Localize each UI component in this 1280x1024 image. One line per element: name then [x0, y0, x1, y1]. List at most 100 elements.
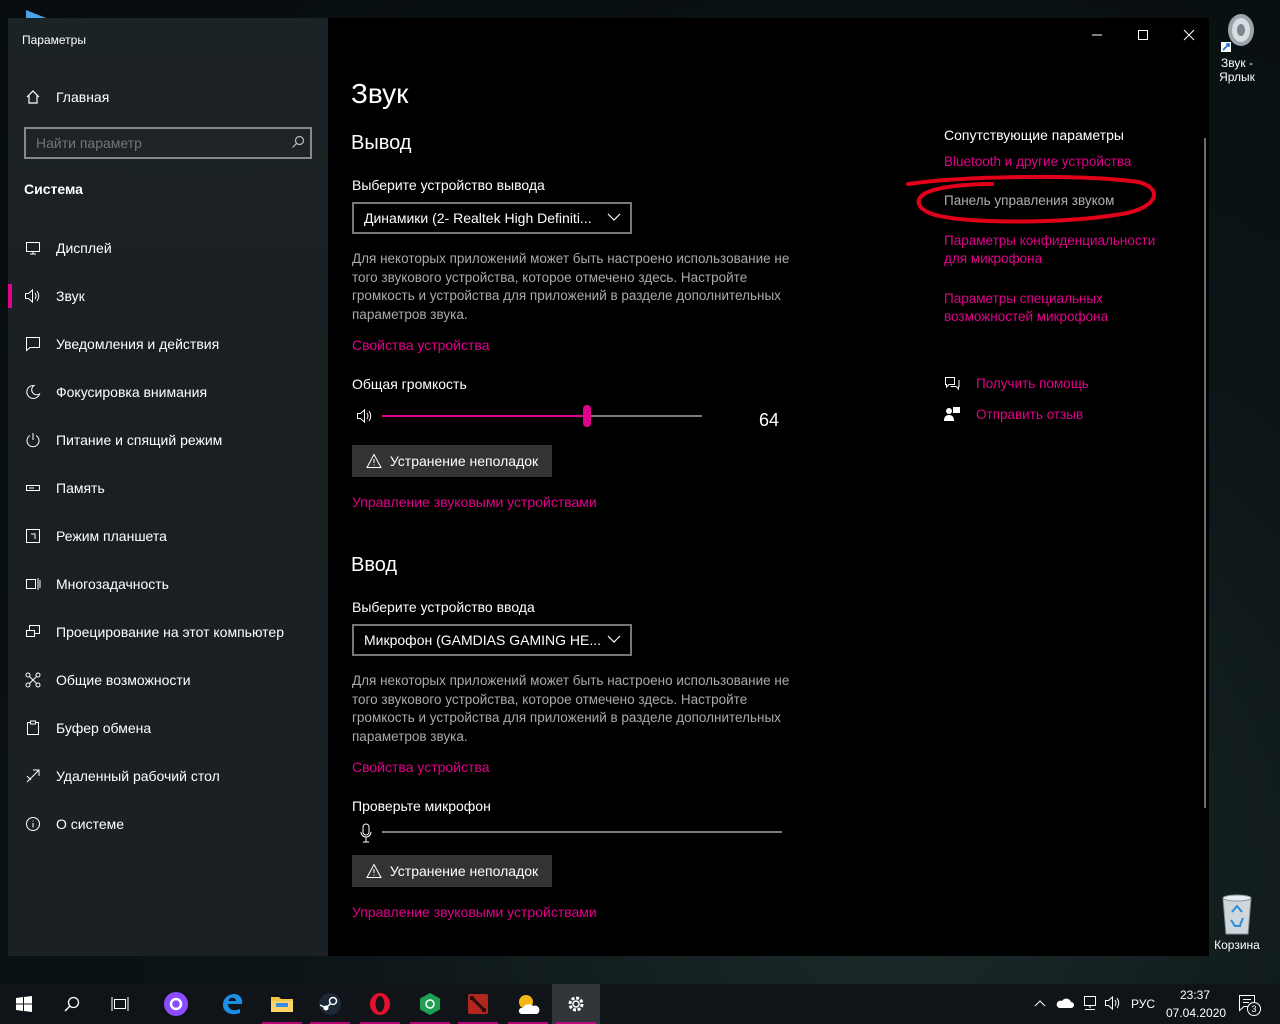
- sidebar-item-remote-desktop[interactable]: Удаленный рабочий стол: [8, 752, 328, 800]
- search-icon[interactable]: [286, 135, 310, 152]
- opera-icon: [370, 993, 390, 1015]
- sidebar-item-power[interactable]: Питание и спящий режим: [8, 416, 328, 464]
- gear-icon: [568, 996, 584, 1012]
- sidebar-item-notifications[interactable]: Уведомления и действия: [8, 320, 328, 368]
- sidebar-item-label: Фокусировка внимания: [56, 384, 208, 400]
- recycle-bin-label: Корзина: [1214, 938, 1260, 952]
- sidebar-item-label: Режим планшета: [56, 528, 167, 544]
- sound-shortcut-desktop-icon[interactable]: Звук - Ярлык: [1207, 8, 1267, 84]
- minimize-icon: [1092, 34, 1102, 36]
- related-link-bluetooth[interactable]: Bluetooth и другие устройства: [944, 153, 1174, 171]
- taskbar-app-opera[interactable]: [356, 984, 404, 1024]
- taskbar-app-razer[interactable]: [406, 984, 454, 1024]
- notification-icon: [24, 335, 42, 353]
- related-link-mic-privacy[interactable]: Параметры конфиденциальности для микрофо…: [944, 232, 1174, 268]
- input-manage-devices-link[interactable]: Управление звуковыми устройствами: [352, 904, 597, 920]
- sidebar-item-display[interactable]: Дисплей: [8, 224, 328, 272]
- volume-slider-thumb[interactable]: [583, 405, 591, 427]
- output-heading: Вывод: [351, 132, 412, 154]
- search-icon: [64, 996, 80, 1012]
- network-icon[interactable]: [1082, 995, 1098, 1011]
- sidebar-item-multitasking[interactable]: Многозадачность: [8, 560, 328, 608]
- sound-shortcut-label: Звук - Ярлык: [1219, 56, 1255, 84]
- get-help-link[interactable]: Получить помощь: [976, 375, 1206, 393]
- clock-date[interactable]: 07.04.2020: [1166, 1006, 1226, 1020]
- microphone-icon: [360, 823, 372, 843]
- sidebar-item-tablet-mode[interactable]: Режим планшета: [8, 512, 328, 560]
- main-content: Звук Вывод Выберите устройство вывода Ди…: [328, 18, 1209, 956]
- volume-slider-fill: [382, 415, 587, 417]
- input-device-properties-link[interactable]: Свойства устройства: [352, 759, 490, 775]
- output-troubleshoot-label: Устранение неполадок: [389, 453, 539, 469]
- weather-icon: [518, 995, 540, 1014]
- settings-window: Параметры Главная Система Дисплей Звук: [8, 18, 1209, 956]
- output-manage-devices-link[interactable]: Управление звуковыми устройствами: [352, 494, 597, 510]
- sidebar-item-storage[interactable]: Память: [8, 464, 328, 512]
- red-annotation-circle: [906, 174, 1156, 224]
- onedrive-cloud-icon[interactable]: [1056, 996, 1074, 1010]
- volume-value: 64: [759, 410, 780, 430]
- volume-tray-icon[interactable]: [1104, 995, 1122, 1011]
- taskbar-app-settings[interactable]: [552, 984, 600, 1024]
- chevron-down-icon: [607, 213, 621, 221]
- maximize-button[interactable]: [1120, 28, 1166, 50]
- taskbar-app-edge[interactable]: [208, 984, 256, 1024]
- action-center-button[interactable]: 3: [1238, 994, 1261, 1016]
- sidebar-item-label: Буфер обмена: [56, 720, 152, 736]
- taskbar-search-button[interactable]: [48, 984, 96, 1024]
- output-troubleshoot-button[interactable]: Устранение неполадок: [352, 445, 552, 477]
- output-device-dropdown[interactable]: Динамики (2- Realtek High Definiti...: [352, 202, 632, 234]
- task-view-icon: [111, 997, 129, 1011]
- clipboard-icon: [24, 719, 42, 737]
- volume-slider-track: [587, 415, 702, 417]
- sidebar-item-label: Память: [56, 480, 105, 496]
- input-language[interactable]: РУС: [1131, 997, 1155, 1011]
- sidebar-item-sound[interactable]: Звук: [8, 272, 328, 320]
- windows-logo-icon: [16, 996, 32, 1012]
- speaker-icon: [24, 287, 42, 305]
- feedback-icon: [944, 407, 960, 421]
- output-device-properties-link[interactable]: Свойства устройства: [352, 337, 490, 353]
- sidebar-item-shared-experiences[interactable]: Общие возможности: [8, 656, 328, 704]
- sidebar-item-projecting[interactable]: Проецирование на этот компьютер: [8, 608, 328, 656]
- chevron-down-icon: [607, 635, 621, 643]
- sidebar-item-clipboard[interactable]: Буфер обмена: [8, 704, 328, 752]
- sidebar-item-label: Проецирование на этот компьютер: [56, 624, 284, 640]
- input-troubleshoot-button[interactable]: Устранение неполадок: [352, 855, 552, 887]
- minimize-button[interactable]: [1074, 28, 1120, 50]
- search-box[interactable]: [24, 127, 312, 159]
- taskbar: РУС 23:37 07.04.2020 3: [0, 984, 1280, 1024]
- remote-icon: [24, 767, 42, 785]
- sidebar-item-about[interactable]: О системе: [8, 800, 328, 848]
- sidebar-item-focus-assist[interactable]: Фокусировка внимания: [8, 368, 328, 416]
- taskbar-app-weather[interactable]: [504, 984, 552, 1024]
- taskbar-app-steam[interactable]: [306, 984, 354, 1024]
- input-device-dropdown[interactable]: Микрофон (GAMDIAS GAMING HE...: [352, 624, 632, 656]
- app-title: Параметры: [22, 33, 86, 47]
- search-input[interactable]: [26, 135, 286, 151]
- close-icon: [1183, 29, 1195, 41]
- clock-time[interactable]: 23:37: [1180, 988, 1210, 1002]
- volume-slider[interactable]: [382, 405, 702, 427]
- show-hidden-icons-chevron-up-icon[interactable]: [1034, 998, 1046, 1008]
- speaker-icon[interactable]: [356, 408, 374, 424]
- input-description: Для некоторых приложений может быть наст…: [352, 673, 790, 744]
- taskbar-app-alice[interactable]: [152, 984, 200, 1024]
- recycle-bin-desktop-icon[interactable]: Корзина: [1207, 892, 1267, 952]
- task-view-button[interactable]: [96, 984, 144, 1024]
- nav-list: Дисплей Звук Уведомления и действия Фоку…: [8, 224, 328, 848]
- related-settings-heading: Сопутствующие параметры: [944, 127, 1124, 143]
- close-button[interactable]: [1166, 28, 1209, 50]
- home-icon: [24, 88, 42, 106]
- sidebar-item-home[interactable]: Главная: [8, 80, 328, 114]
- razer-icon: [420, 993, 440, 1015]
- taskbar-app-file-explorer[interactable]: [258, 984, 306, 1024]
- send-feedback-link[interactable]: Отправить отзыв: [976, 406, 1206, 424]
- related-link-mic-accessibility[interactable]: Параметры специальных возможностей микро…: [944, 290, 1174, 326]
- sidebar-item-label: О системе: [56, 816, 125, 832]
- monitor-icon: [24, 239, 42, 257]
- taskbar-app-dota2[interactable]: [454, 984, 502, 1024]
- recycle-bin-icon: [1217, 892, 1257, 935]
- scrollbar[interactable]: [1204, 138, 1206, 808]
- start-button[interactable]: [0, 984, 48, 1024]
